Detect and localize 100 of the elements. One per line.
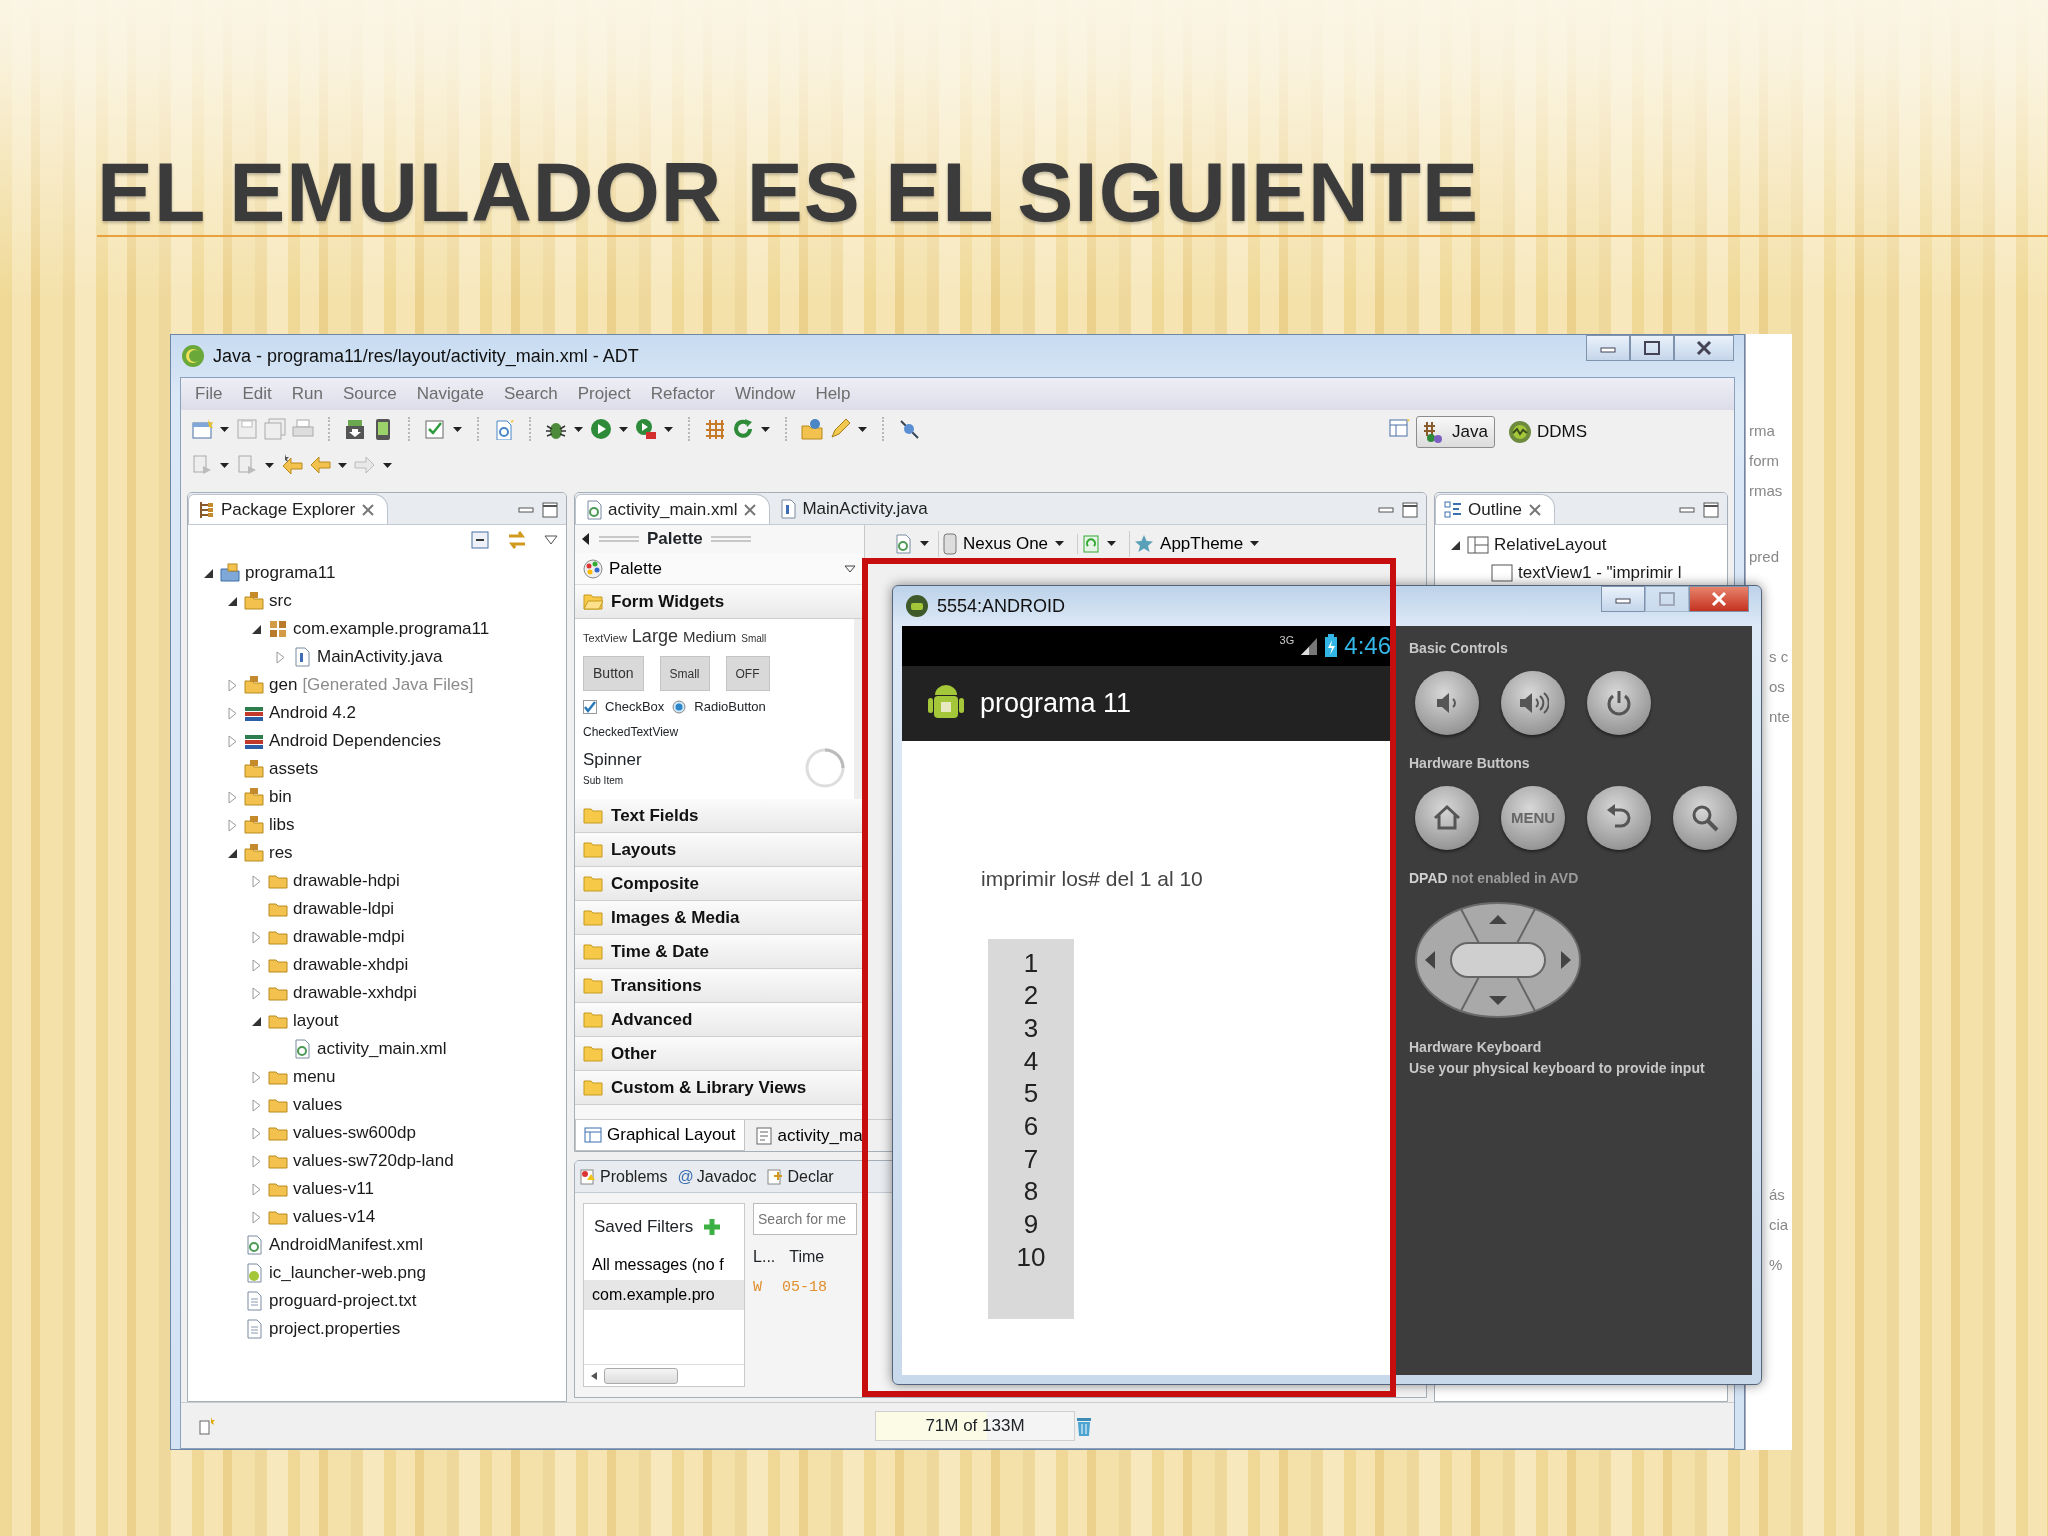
close-icon[interactable] — [1527, 502, 1542, 517]
maximize-button[interactable] — [1630, 335, 1674, 361]
tree-item[interactable]: menu — [250, 1063, 567, 1091]
download-icon[interactable] — [344, 418, 366, 440]
add-icon[interactable] — [703, 1217, 722, 1236]
palette-category[interactable]: Text Fields — [575, 799, 865, 833]
menu-item[interactable]: Window — [724, 381, 806, 407]
device-dropdown[interactable]: Nexus One — [938, 531, 1070, 557]
tree-item[interactable]: AndroidManifest.xml — [226, 1231, 567, 1259]
maximize-icon[interactable] — [1402, 502, 1419, 518]
editor-tab[interactable]: MainActivity.java — [770, 494, 940, 524]
palette-category[interactable]: Advanced — [575, 1003, 865, 1037]
open-perspective-icon[interactable] — [1388, 416, 1410, 438]
collapsed-arrow-icon[interactable] — [250, 986, 263, 1000]
editor-mode-tab[interactable]: activity_mai — [746, 1120, 875, 1151]
tree-item[interactable]: res — [226, 839, 567, 867]
document-icon[interactable] — [493, 418, 515, 440]
theme-dropdown[interactable]: AppTheme — [1129, 531, 1265, 557]
toggle-button-sample[interactable]: OFF — [725, 656, 770, 691]
palette-category[interactable]: Custom & Library Views — [575, 1071, 865, 1105]
editor-tab[interactable]: activity_main.xml — [575, 494, 771, 524]
radio-button[interactable] — [672, 699, 687, 714]
menu-item[interactable]: Search — [493, 381, 568, 407]
tree-item[interactable]: com.example.programa11 — [250, 615, 567, 643]
collapsed-arrow-icon[interactable] — [226, 790, 239, 804]
collapsed-arrow-icon[interactable] — [250, 1210, 263, 1224]
menu-item[interactable]: Navigate — [406, 381, 494, 407]
console-tab[interactable]: @ Javadoc — [673, 1162, 763, 1192]
collapsed-arrow-icon[interactable] — [226, 734, 239, 748]
volume-up-button[interactable] — [1501, 671, 1565, 735]
tree-item[interactable]: values-v11 — [250, 1175, 567, 1203]
panel-tab[interactable]: Package Explorer — [188, 494, 389, 524]
tree-item[interactable]: src — [226, 587, 567, 615]
palette-category[interactable]: Transitions — [575, 969, 865, 1003]
home-button[interactable] — [1415, 786, 1479, 850]
search-button[interactable] — [1673, 786, 1737, 850]
grid-icon[interactable] — [704, 418, 726, 440]
menu-item[interactable]: Edit — [232, 381, 282, 407]
tree-item[interactable]: RelativeLayout — [1449, 531, 1727, 559]
new-window-icon[interactable] — [191, 418, 213, 440]
perspective-button[interactable]: DDMS — [1500, 416, 1594, 448]
close-icon[interactable] — [361, 502, 376, 517]
scroll-left-icon[interactable] — [590, 1370, 599, 1381]
collapse-all-icon[interactable] — [470, 530, 491, 550]
back-button[interactable] — [1587, 786, 1651, 850]
collapsed-arrow-icon[interactable] — [250, 874, 263, 888]
tree-item[interactable]: Android Dependencies — [226, 727, 567, 755]
pin-icon[interactable] — [898, 418, 920, 440]
menu-item[interactable]: File — [185, 381, 233, 407]
close-icon[interactable] — [743, 502, 758, 517]
menu-item[interactable]: Refactor — [640, 381, 725, 407]
menu-item[interactable]: Run — [281, 381, 333, 407]
collapsed-arrow-icon[interactable] — [250, 958, 263, 972]
text-view-sample[interactable]: Large — [631, 623, 678, 650]
tree-item[interactable]: libs — [226, 811, 567, 839]
collapsed-arrow-icon[interactable] — [274, 650, 287, 664]
tree-item[interactable]: bin — [226, 783, 567, 811]
tree-item[interactable]: programa11 — [202, 559, 567, 587]
tree-item[interactable]: project.properties — [226, 1315, 567, 1343]
search-field[interactable]: Search for me — [753, 1203, 858, 1235]
perspective-button[interactable]: Java — [1416, 416, 1495, 448]
collapsed-arrow-icon[interactable] — [250, 1154, 263, 1168]
collapsed-arrow-icon[interactable] — [226, 818, 239, 832]
tree-item[interactable]: values-sw720dp-land — [250, 1147, 567, 1175]
collapsed-arrow-icon[interactable] — [250, 930, 263, 944]
run-stop-icon[interactable] — [635, 418, 657, 440]
palette-category[interactable]: Time & Date — [575, 935, 865, 969]
tree-item[interactable]: assets — [226, 755, 567, 783]
tree-item[interactable]: ic_launcher-web.png — [226, 1259, 567, 1287]
editor-mode-tab[interactable]: Graphical Layout — [575, 1120, 745, 1151]
maximize-icon[interactable] — [1703, 502, 1719, 518]
starred-back-arrow-icon[interactable] — [281, 454, 303, 476]
collapsed-arrow-icon[interactable] — [226, 706, 239, 720]
collapse-left-icon[interactable] — [581, 532, 592, 546]
refresh-icon[interactable] — [732, 418, 754, 440]
tree-item[interactable]: textView1 - "imprimir l — [1473, 559, 1727, 587]
scrollbar-thumb[interactable] — [604, 1367, 679, 1384]
palette-category[interactable]: Layouts — [575, 833, 865, 867]
volume-down-button[interactable] — [1415, 671, 1479, 735]
text-view-sample[interactable]: Medium — [682, 626, 737, 649]
tree-item[interactable]: Android 4.2 — [226, 699, 567, 727]
tree-item[interactable]: proguard-project.txt — [226, 1287, 567, 1315]
tree-item[interactable]: drawable-mdpi — [250, 923, 567, 951]
button-sample[interactable]: Small — [659, 656, 710, 691]
tree-item[interactable]: drawable-hdpi — [250, 867, 567, 895]
console-tab[interactable]: Declar — [762, 1162, 840, 1192]
checked-text-view-sample[interactable]: CheckedTextView — [583, 722, 847, 741]
text-view-sample[interactable]: Small — [741, 631, 767, 646]
filter-item[interactable]: com.example.pro — [584, 1279, 745, 1310]
tree-item[interactable]: values — [250, 1091, 567, 1119]
checkbox-icon[interactable] — [424, 418, 446, 440]
collapsed-arrow-icon[interactable] — [250, 1070, 263, 1084]
menu-item[interactable]: Project — [567, 381, 641, 407]
menu-item[interactable]: Help — [805, 381, 861, 407]
console-tab[interactable]: Problems — [575, 1162, 674, 1192]
tree-item[interactable]: drawable-xxhdpi — [250, 979, 567, 1007]
palette-category[interactable]: Images & Media — [575, 901, 865, 935]
minimize-button[interactable] — [1601, 586, 1645, 612]
spinner-sample[interactable]: Spinner — [583, 747, 805, 773]
pencil-icon[interactable] — [829, 418, 851, 440]
